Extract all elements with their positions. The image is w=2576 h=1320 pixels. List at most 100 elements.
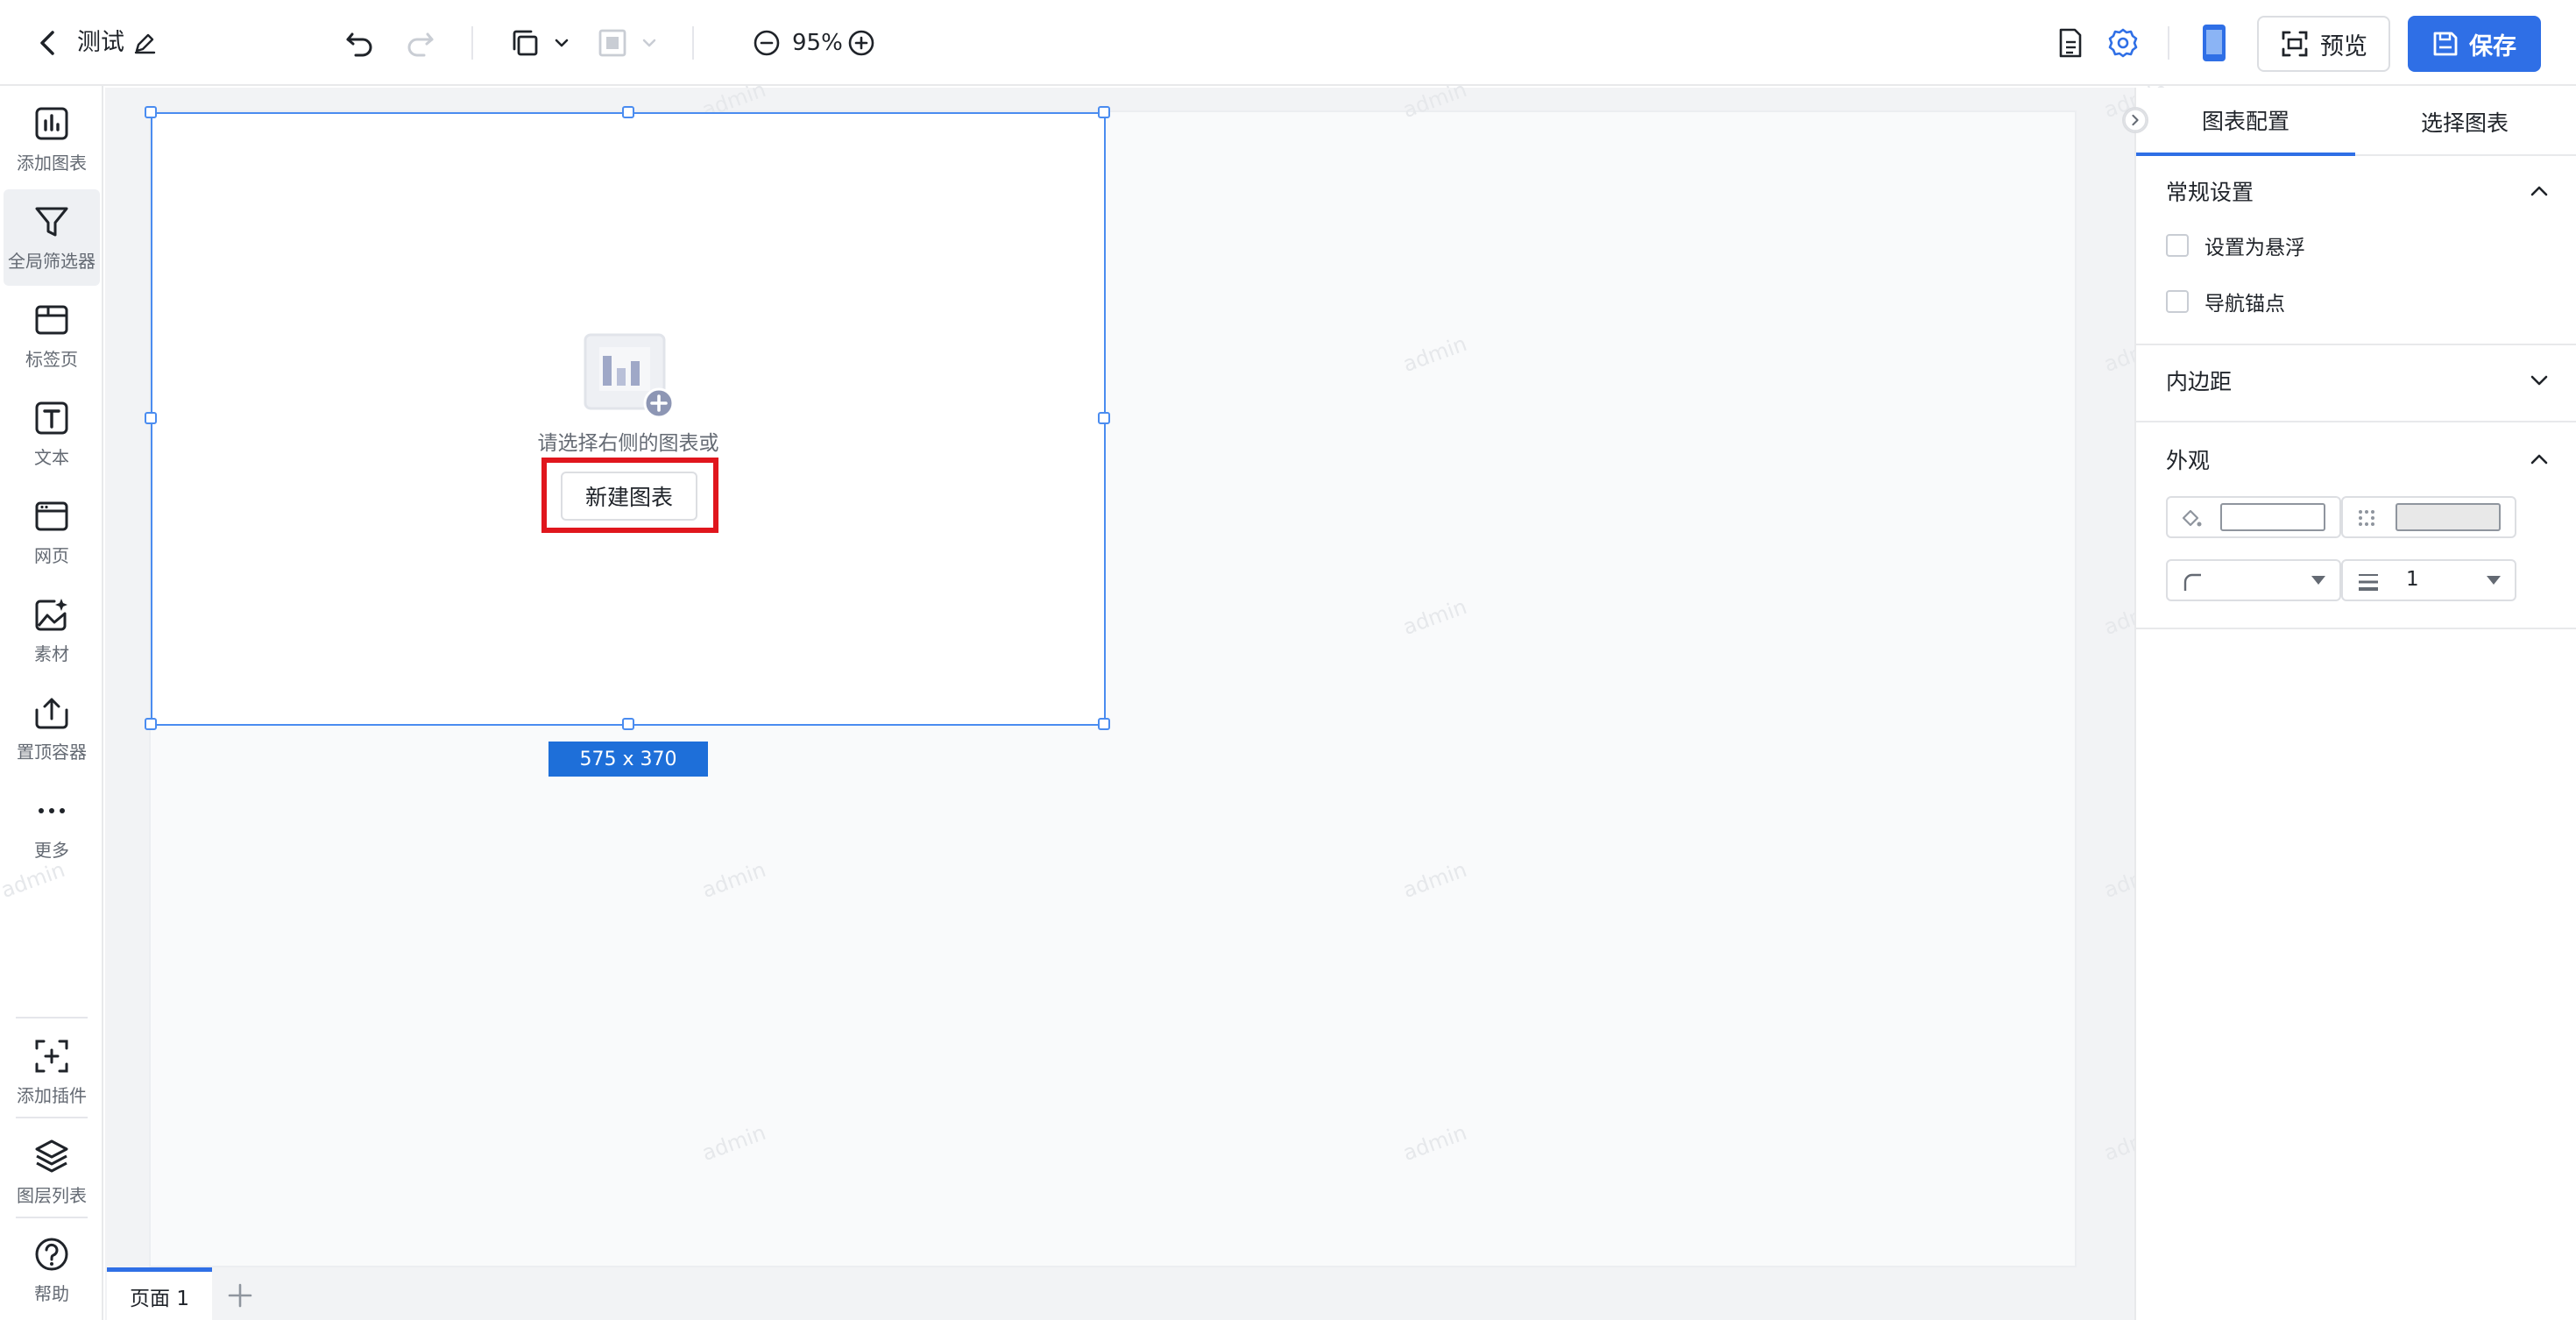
section-title: 内边距 xyxy=(2166,369,2233,394)
corner-radius-select[interactable] xyxy=(2166,559,2341,601)
layers-icon xyxy=(35,1139,68,1172)
align-icon[interactable] xyxy=(596,26,629,60)
new-chart-button[interactable]: 新建图表 xyxy=(561,472,697,521)
dotted-border-icon xyxy=(2359,510,2374,526)
preview-button[interactable]: 预览 xyxy=(2257,16,2390,72)
chevron-down-icon[interactable] xyxy=(640,33,659,53)
resize-handle-right[interactable] xyxy=(1098,412,1110,424)
preview-label: 预览 xyxy=(2320,32,2367,60)
caret-down-icon xyxy=(2487,576,2501,585)
gear-icon[interactable] xyxy=(2106,26,2140,60)
chevron-up-icon xyxy=(2530,186,2548,196)
sidebar-item-help[interactable]: 帮助 xyxy=(4,1222,100,1318)
tab-select-chart[interactable]: 选择图表 xyxy=(2355,88,2574,156)
toolbar-divider xyxy=(692,26,694,60)
back-arrow-icon[interactable] xyxy=(32,26,65,60)
size-indicator: 575 x 370 xyxy=(548,742,708,777)
sidebar-item-label: 图层列表 xyxy=(17,1184,87,1206)
sidebar-item-layers[interactable]: 图层列表 xyxy=(4,1124,100,1220)
document-icon[interactable] xyxy=(2054,26,2087,60)
section-divider xyxy=(2136,344,2576,345)
nav-anchor-checkbox[interactable] xyxy=(2166,290,2189,313)
chevron-up-icon xyxy=(2530,454,2548,465)
dashboard-title: 测试 xyxy=(77,29,124,56)
undo-icon[interactable] xyxy=(343,26,377,60)
resize-handle-left[interactable] xyxy=(145,412,157,424)
sidebar-divider xyxy=(16,1017,88,1018)
sidebar-item-webpage[interactable]: 网页 xyxy=(4,484,100,580)
option-nav-anchor[interactable]: 导航锚点 xyxy=(2166,284,2285,319)
chevron-down-icon[interactable] xyxy=(552,33,571,53)
line-width-icon xyxy=(2359,574,2378,591)
sidebar-item-tab-page[interactable]: 标签页 xyxy=(4,287,100,384)
sidebar-item-label: 网页 xyxy=(34,544,69,566)
sidebar-item-label: 全局筛选器 xyxy=(8,250,96,272)
section-appearance[interactable]: 外观 xyxy=(2136,431,2576,487)
corner-radius-icon xyxy=(2183,573,2201,591)
redo-icon[interactable] xyxy=(403,26,436,60)
collapse-panel-icon[interactable] xyxy=(2122,107,2148,133)
sidebar-item-add-chart[interactable]: 添加图表 xyxy=(4,91,100,188)
sidebar-item-pin-container[interactable]: 置顶容器 xyxy=(4,680,100,777)
option-label: 导航锚点 xyxy=(2204,293,2285,316)
sidebar-item-text[interactable]: 文本 xyxy=(4,386,100,482)
floating-checkbox[interactable] xyxy=(2166,234,2189,257)
caret-down-icon xyxy=(2311,576,2325,585)
zoom-out-icon[interactable] xyxy=(752,28,782,58)
edit-pencil-icon[interactable] xyxy=(131,30,158,56)
sidebar-divider xyxy=(16,1217,88,1218)
resize-handle-top-right[interactable] xyxy=(1098,106,1110,118)
page-tab-1[interactable]: 页面 1 xyxy=(107,1267,212,1320)
section-title: 外观 xyxy=(2166,448,2211,473)
save-disk-icon xyxy=(2433,32,2458,56)
option-floating[interactable]: 设置为悬浮 xyxy=(2166,228,2305,263)
resize-handle-bottom[interactable] xyxy=(622,718,634,730)
chart-icon xyxy=(35,107,68,139)
resize-handle-top-left[interactable] xyxy=(145,106,157,118)
sidebar-item-add-plugin[interactable]: 添加插件 xyxy=(4,1024,100,1120)
fill-color-swatch xyxy=(2220,503,2325,531)
tab-chart-config[interactable]: 图表配置 xyxy=(2136,88,2355,156)
resize-handle-top[interactable] xyxy=(622,106,634,118)
left-sidebar: 添加图表 全局筛选器 标签页 文本 网页 素材 置顶容器 更多 添加插件 图层列… xyxy=(0,86,103,1320)
border-color-swatch xyxy=(2396,503,2501,531)
save-button[interactable]: 保存 xyxy=(2408,16,2541,72)
toolbar-divider xyxy=(471,26,473,60)
save-label: 保存 xyxy=(2469,32,2516,60)
empty-chart-icon xyxy=(584,333,675,419)
line-width-value: 1 xyxy=(2406,568,2419,591)
sidebar-item-label: 置顶容器 xyxy=(17,741,87,763)
section-divider xyxy=(2136,421,2576,422)
section-padding[interactable]: 内边距 xyxy=(2136,352,2576,408)
sidebar-item-more[interactable]: 更多 xyxy=(4,778,100,875)
sidebar-item-global-filter[interactable]: 全局筛选器 xyxy=(4,189,100,286)
border-color-picker[interactable] xyxy=(2341,496,2516,538)
chart-component-selected[interactable]: 请选择右侧的图表或 新建图表 xyxy=(145,106,1110,730)
canvas-area[interactable]: admin admin admin admin admin admin admi… xyxy=(0,77,2222,1267)
webpage-icon xyxy=(35,501,68,530)
copy-icon[interactable] xyxy=(508,26,541,60)
sidebar-item-label: 素材 xyxy=(34,642,69,664)
chevron-down-icon xyxy=(2530,375,2548,386)
line-width-select[interactable]: 1 xyxy=(2341,559,2516,601)
panel-tabs: 图表配置 选择图表 xyxy=(2136,88,2576,156)
add-page-icon[interactable] xyxy=(226,1281,254,1309)
resize-handle-bottom-right[interactable] xyxy=(1098,718,1110,730)
zoom-in-icon[interactable] xyxy=(846,28,876,58)
sidebar-item-label: 更多 xyxy=(34,839,69,861)
sidebar-item-material[interactable]: 素材 xyxy=(4,582,100,678)
section-general-settings[interactable]: 常规设置 xyxy=(2136,163,2576,219)
sidebar-item-label: 文本 xyxy=(34,446,69,468)
resize-handle-bottom-left[interactable] xyxy=(145,718,157,730)
fill-color-picker[interactable] xyxy=(2166,496,2341,538)
help-icon xyxy=(35,1238,68,1270)
text-icon xyxy=(35,401,68,434)
option-label: 设置为悬浮 xyxy=(2204,237,2305,259)
sidebar-divider xyxy=(16,1117,88,1118)
toolbar-divider xyxy=(2168,26,2169,60)
mobile-phone-icon[interactable] xyxy=(2201,23,2227,63)
top-bar: 测试 95% 预览 保存 xyxy=(0,0,2576,86)
fullscreen-icon xyxy=(2282,31,2308,57)
plugin-icon xyxy=(35,1040,68,1072)
section-title: 常规设置 xyxy=(2166,180,2254,205)
